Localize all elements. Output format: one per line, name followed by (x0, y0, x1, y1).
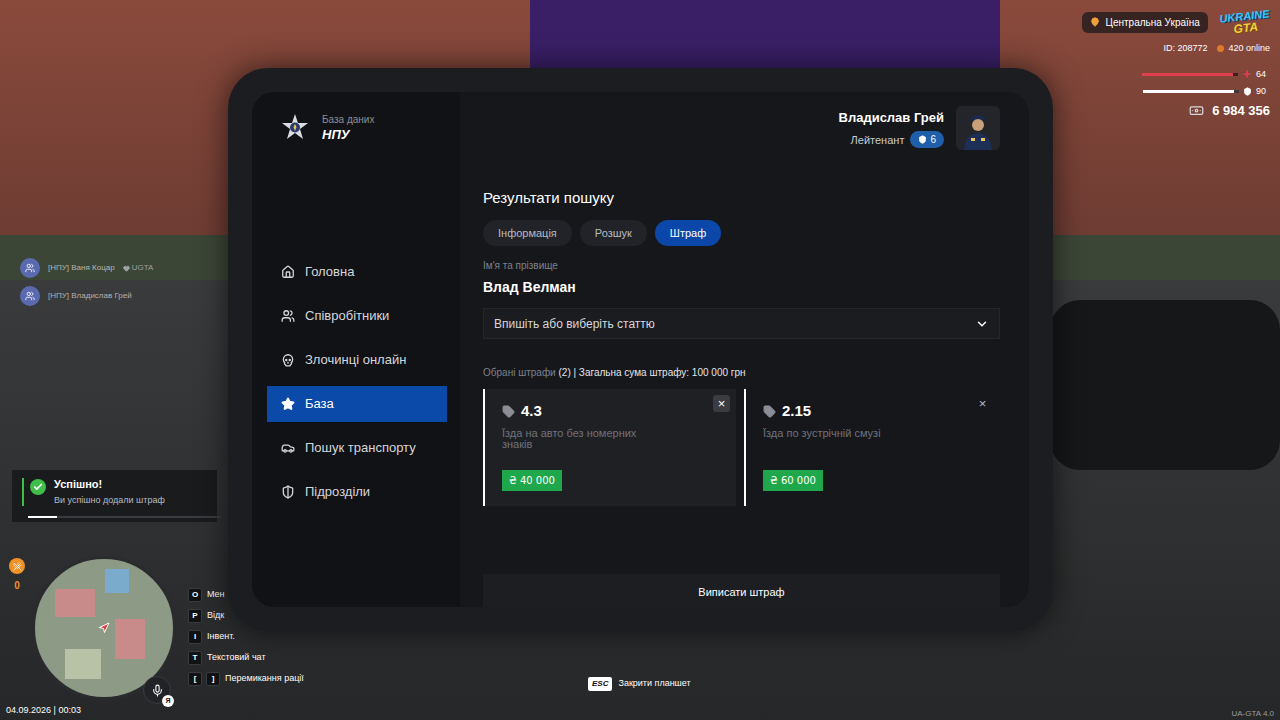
scene-car (1050, 300, 1280, 470)
key-hint: []Перемикання рації (188, 672, 304, 686)
key-hint: TТекстовий чат (188, 651, 304, 665)
fines-summary: Обрані штрафи (2) | Загальна сума штрафу… (483, 366, 1000, 379)
key-cap: ] (206, 672, 220, 686)
brand-name: НПУ (322, 126, 374, 143)
toast-title: Успішно! (54, 478, 165, 491)
user-avatar (956, 106, 1000, 150)
remove-fine-button[interactable]: × (713, 395, 730, 412)
fine-card[interactable]: × 4.3 Їзда на авто без номерних знаків ₴ 40… (483, 389, 736, 506)
armor-icon (1243, 87, 1252, 96)
tablet-screen: База данихНПУ Головна Співробітники Злочинц… (252, 92, 1029, 607)
brand-caption: База даних (322, 113, 374, 126)
user-rank: Лейтенант (851, 132, 905, 149)
player-arrow-icon (98, 622, 110, 634)
toast-message: Ви успішно додали штраф (54, 494, 165, 506)
officer-avatar-icon (961, 110, 995, 150)
chat-avatar-icon (25, 263, 35, 273)
fine-amount: ₴ 40 000 (502, 470, 562, 491)
sidebar-item[interactable]: Злочинці онлайн (267, 342, 447, 378)
results-title: Результати пошуку (483, 188, 1000, 208)
fine-cards: × 4.3 Їзда на авто без номерних знаків ₴ 40… (483, 389, 1000, 506)
toast-progress (28, 516, 221, 518)
mic-button[interactable]: Я (143, 676, 171, 704)
result-tab[interactable]: Інформація (483, 220, 572, 246)
hunger-indicator: 0 (9, 558, 25, 593)
article-select[interactable]: Впишіть або виберіть статтю (483, 308, 1000, 339)
mic-key: Я (162, 695, 174, 707)
game-logo: UKRAINEGTA (1219, 7, 1271, 36)
sidebar-item[interactable]: База (267, 386, 447, 422)
nav-icon (281, 397, 295, 411)
result-tab[interactable]: Штраф (655, 220, 721, 246)
health-row: 64 (1142, 68, 1270, 82)
nav-icon (281, 265, 295, 279)
key-cap: I (188, 630, 202, 644)
person-name: Влад Велман (483, 278, 1000, 296)
result-tabs: Інформація Розшук Штраф (483, 220, 1000, 246)
npu-emblem-icon (280, 113, 310, 143)
datetime: 04.09.2026 | 00:03 (6, 704, 81, 718)
nav-icon (281, 353, 295, 367)
remove-fine-button[interactable]: × (974, 395, 991, 412)
online-count: 420 online (1217, 42, 1270, 56)
hud-top-right: Центральна Україна UKRAINEGTA ID: 208772 42… (1082, 10, 1270, 120)
result-tab[interactable]: Розшук (580, 220, 647, 246)
game-version: UA-GTA 4.0 (1231, 708, 1274, 720)
fine-code: 4.3 (521, 401, 542, 421)
sidebar-item[interactable]: Головна (267, 254, 447, 290)
brand: База данихНПУ (267, 113, 447, 143)
user-header: Владислав Грей Лейтенант 6 (483, 106, 1000, 150)
rank-badge: 6 (910, 131, 944, 148)
sidebar-item[interactable]: Співробітники (267, 298, 447, 334)
chat-feed: [НПУ] Ваня КоцарUGTA [НПУ] Владислав Грей (20, 258, 153, 306)
heart-icon (123, 265, 130, 272)
key-hint: IІнвент. (188, 630, 304, 644)
chat-line: [НПУ] Владислав Грей (20, 286, 153, 306)
sidebar: База данихНПУ Головна Співробітники Злочинц… (252, 92, 460, 607)
key-cap: [ (188, 672, 202, 686)
user-name: Владислав Грей (839, 108, 944, 128)
money: 6 984 356 (1189, 101, 1270, 121)
game-screen: [НПУ] Ваня КоцарUGTA[НПУ] Владислав Грей… (0, 0, 1280, 720)
tag-icon (763, 405, 776, 418)
fine-description: Їзда по зустрічній смузі (763, 428, 923, 439)
check-icon (33, 482, 43, 492)
name-label: Ім'я та прізвище (483, 259, 1000, 272)
region-pill: Центральна Україна (1082, 12, 1208, 33)
sidebar-item[interactable]: Пошук транспорту (267, 430, 447, 466)
scene-banner (530, 0, 1000, 70)
fine-description: Їзда на авто без номерних знаків (502, 428, 662, 450)
chevron-down-icon (975, 317, 989, 331)
tag-icon (502, 405, 515, 418)
main-panel: Владислав Грей Лейтенант 6 Результати пошук… (460, 92, 1029, 607)
fine-code: 2.15 (782, 401, 811, 421)
food-icon (13, 562, 22, 571)
key-cap: T (188, 651, 202, 665)
key-cap: P (188, 609, 202, 623)
mic-icon (151, 684, 164, 697)
health-icon (1242, 69, 1252, 79)
issue-fine-button[interactable]: Виписати штраф (483, 574, 1000, 607)
armor-row: 90 (1143, 85, 1270, 99)
chat-avatar-icon (25, 291, 35, 301)
chat-line: [НПУ] Ваня КоцарUGTA (20, 258, 153, 278)
nav-icon (281, 441, 295, 455)
region-icon (1090, 17, 1100, 27)
police-tablet: База данихНПУ Головна Співробітники Злочинц… (228, 68, 1053, 631)
sidebar-nav: Головна Співробітники Злочинці онлайн База П… (267, 254, 447, 518)
sidebar-item[interactable]: Підрозділи (267, 474, 447, 510)
close-hint: ESCЗакрити планшет (588, 677, 691, 691)
rank-shield-icon (918, 135, 927, 144)
player-id: ID: 208772 (1163, 42, 1207, 56)
money-icon (1189, 103, 1204, 118)
key-cap: O (188, 588, 202, 602)
success-toast: Успішно! Ви успішно додали штраф (12, 470, 217, 522)
nav-icon (281, 485, 295, 499)
fine-amount: ₴ 60 000 (763, 470, 823, 491)
fine-card[interactable]: × 2.15 Їзда по зустрічній смузі ₴ 60 000 (744, 389, 997, 506)
nav-icon (281, 309, 295, 323)
